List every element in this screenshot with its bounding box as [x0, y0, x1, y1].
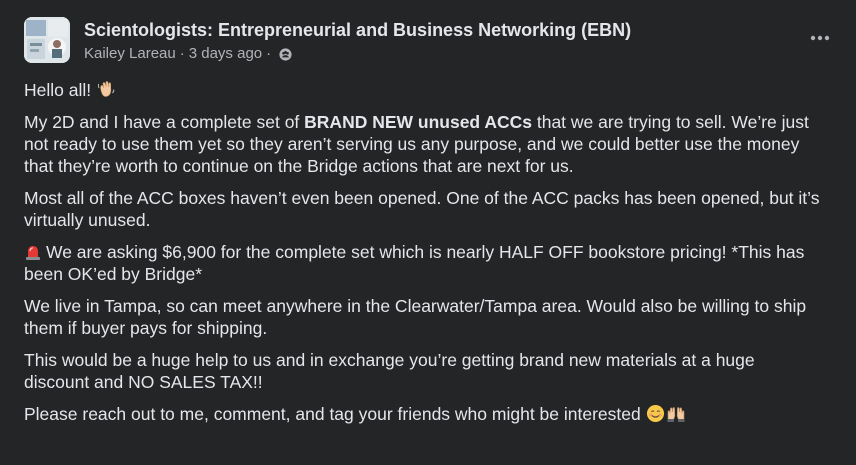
raised-hands-icon	[666, 404, 686, 423]
separator-dot: ·	[179, 45, 185, 62]
paragraph-2-start: My 2D and I have a complete set of	[24, 112, 305, 132]
post-timestamp[interactable]: 3 days ago	[189, 45, 262, 63]
post-paragraph-6: This would be a huge help to us and in e…	[24, 350, 755, 392]
group-name-link[interactable]: Scientologists: Entrepreneurial and Busi…	[84, 19, 631, 41]
post-subline: Kailey Lareau · 3 days ago ·	[84, 45, 631, 63]
waving-hand-icon	[96, 79, 116, 99]
paragraph-4-text: We are asking $6,900 for the complete se…	[24, 242, 805, 284]
post-paragraph-4: We are asking $6,900 for the complete se…	[24, 241, 824, 285]
post-meta: Scientologists: Entrepreneurial and Busi…	[84, 19, 631, 63]
police-light-icon	[24, 243, 42, 261]
author-name-link[interactable]: Kailey Lareau	[84, 45, 176, 63]
paragraph-7-text: Please reach out to me, comment, and tag…	[24, 404, 641, 424]
paragraph-2-bold: BRAND NEW unused ACCs	[304, 112, 532, 132]
post-paragraph-5: We live in Tampa, so can meet anywhere i…	[24, 296, 807, 338]
group-members-icon[interactable]	[279, 47, 292, 61]
post-paragraph-2: My 2D and I have a complete set of BRAND…	[24, 111, 824, 177]
smiling-face-icon	[646, 404, 665, 423]
more-options-icon	[810, 35, 830, 41]
separator-dot-2: ·	[266, 45, 272, 62]
post-paragraph-3: Most all of the ACC boxes haven’t even b…	[24, 188, 820, 230]
greeting-text: Hello all!	[24, 80, 92, 100]
more-options-button[interactable]	[800, 18, 840, 58]
post-paragraph-7: Please reach out to me, comment, and tag…	[24, 403, 824, 425]
group-avatar[interactable]	[24, 17, 70, 63]
post-paragraph-1: Hello all!	[24, 79, 824, 101]
post-body: Hello all! My 2D and I have a complete s…	[24, 79, 824, 435]
post-header: Scientologists: Entrepreneurial and Busi…	[24, 16, 832, 68]
group-avatar-image	[24, 17, 70, 63]
post-card: Scientologists: Entrepreneurial and Busi…	[0, 0, 856, 465]
